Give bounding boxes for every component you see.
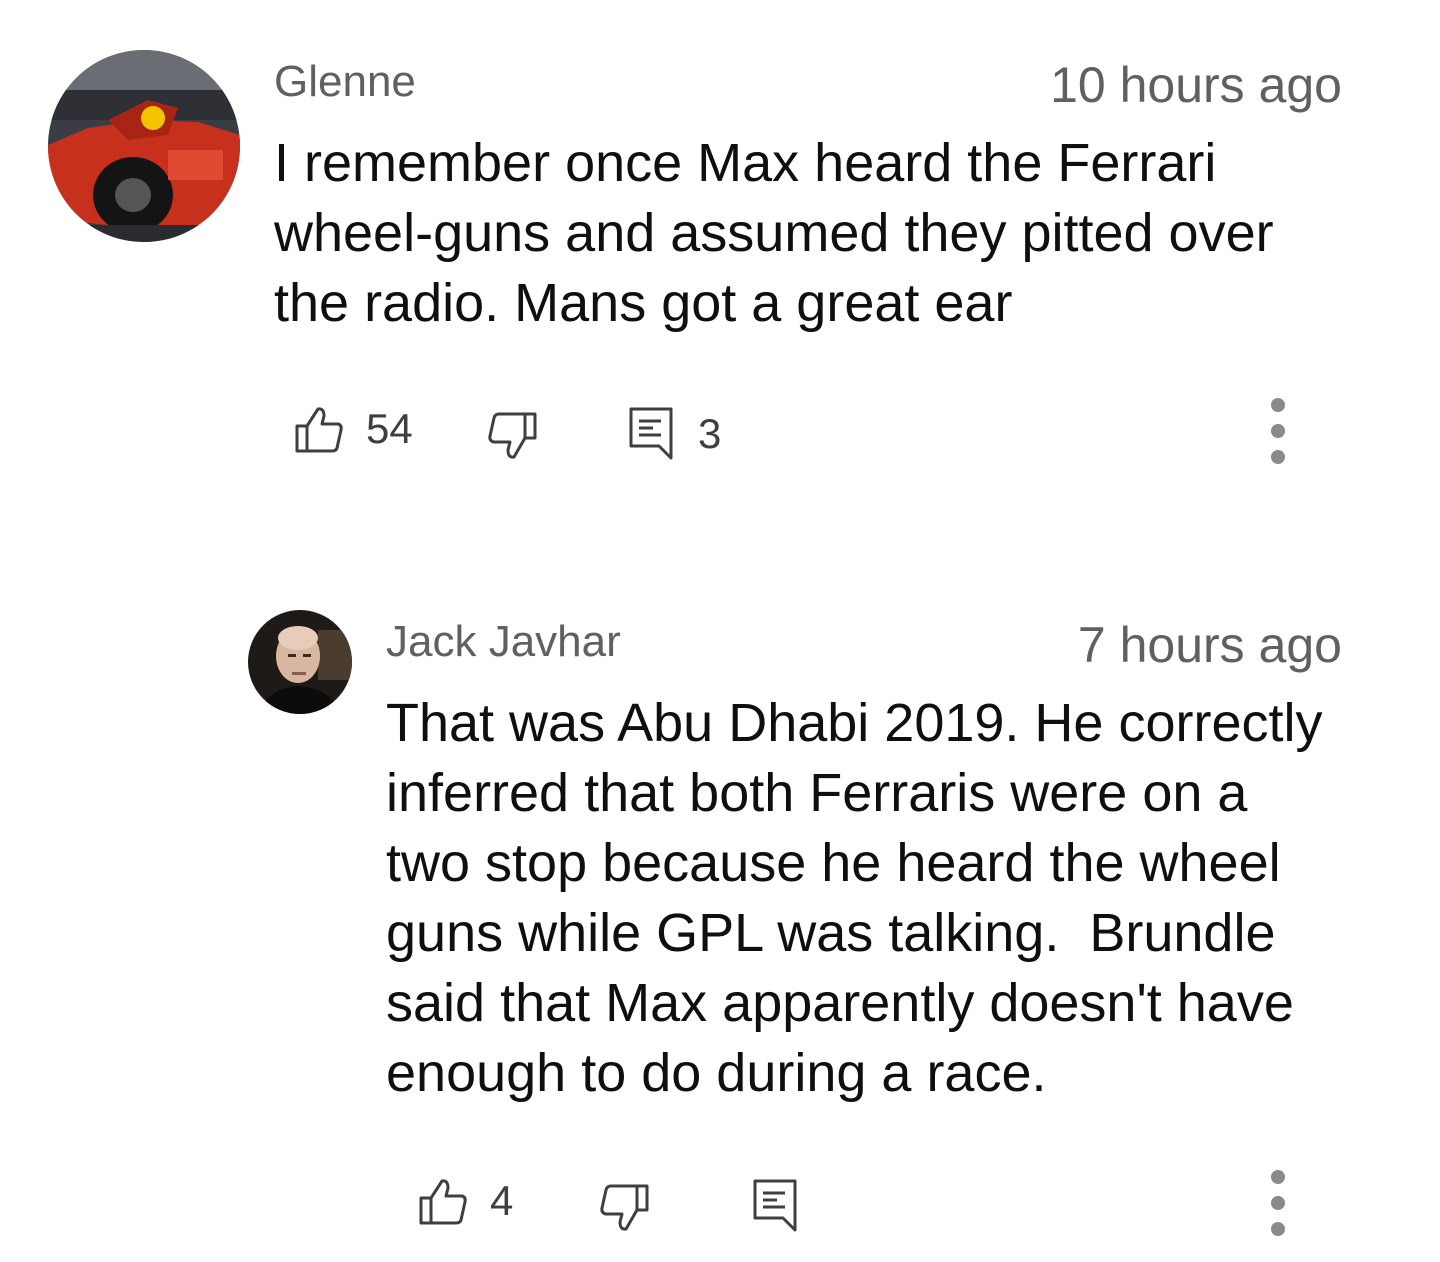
comment-text: I remember once Max heard the Ferrari wh… <box>274 133 1274 333</box>
comment-timestamp: 7 hours ago <box>1077 617 1342 673</box>
comment-actions: 4 <box>0 1170 1440 1240</box>
dislike-button[interactable] <box>486 412 538 460</box>
comment-actions: 54 3 <box>0 398 1440 468</box>
thumbs-down-icon <box>488 412 537 459</box>
like-button[interactable]: 4 <box>418 1176 513 1226</box>
comment-timestamp: 10 hours ago <box>1050 57 1342 113</box>
more-options-button[interactable] <box>1258 1162 1298 1252</box>
reply-button[interactable]: 3 <box>628 406 721 462</box>
like-count: 4 <box>490 1177 514 1224</box>
comment-author[interactable]: Glenne <box>274 60 416 104</box>
dot <box>1271 398 1285 412</box>
dot <box>1271 1222 1285 1236</box>
dot <box>1271 1170 1285 1184</box>
reply-button[interactable] <box>752 1178 798 1234</box>
dot <box>1271 1196 1285 1210</box>
ferrari-car-avatar-icon <box>48 50 240 242</box>
reply-comment-icon <box>629 407 673 460</box>
person-avatar-icon <box>248 610 352 714</box>
author-avatar[interactable] <box>248 610 352 714</box>
comment-text: That was Abu Dhabi 2019. He correctly in… <box>386 693 1323 1103</box>
like-count: 54 <box>366 405 413 452</box>
reply-comment-icon <box>753 1179 797 1232</box>
like-button[interactable]: 54 <box>294 404 413 454</box>
dot <box>1271 424 1285 438</box>
more-options-button[interactable] <box>1258 390 1298 480</box>
thumbs-up-icon <box>419 1179 467 1225</box>
comment-author[interactable]: Jack Javhar <box>386 620 621 664</box>
thumbs-down-icon <box>600 1184 649 1231</box>
thumbs-up-icon <box>295 407 343 453</box>
dot <box>1271 450 1285 464</box>
author-avatar[interactable] <box>48 50 240 242</box>
dislike-button[interactable] <box>598 1184 650 1232</box>
reply-count: 3 <box>698 410 722 457</box>
